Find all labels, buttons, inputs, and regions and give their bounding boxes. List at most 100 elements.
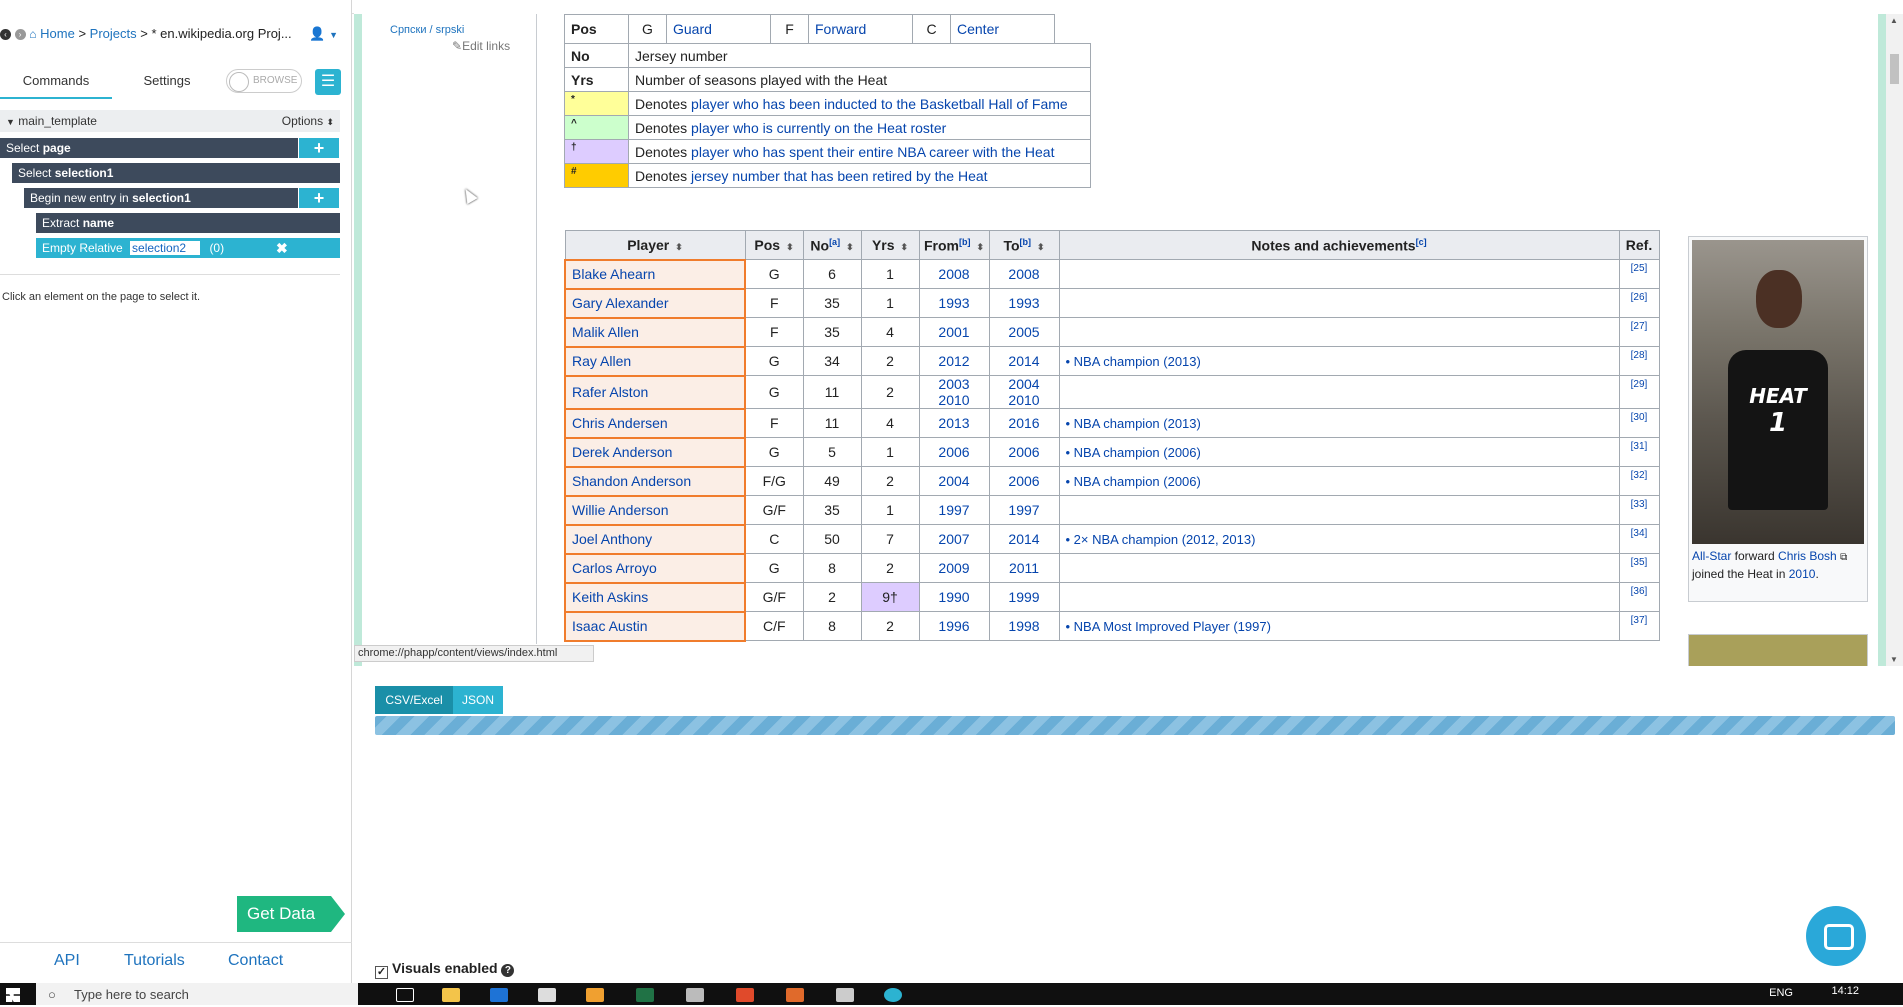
to-cell[interactable]: 1993 xyxy=(988,288,1060,318)
from-link[interactable]: 1993 xyxy=(938,295,969,311)
from-cell[interactable]: 1990 xyxy=(918,582,990,612)
command-extract-name[interactable]: Extract name xyxy=(36,213,340,233)
ref-cell[interactable]: [37] xyxy=(1618,611,1660,641)
to-link[interactable]: 2006 xyxy=(1008,473,1039,489)
chris-bosh-link[interactable]: Chris Bosh xyxy=(1778,549,1837,563)
player-link[interactable]: Shandon Anderson xyxy=(572,473,691,489)
to-link[interactable]: 2005 xyxy=(1008,324,1039,340)
col-pos[interactable]: Pos ⬍ xyxy=(744,230,804,260)
player-link[interactable]: Blake Ahearn xyxy=(572,266,655,282)
tab-commands[interactable]: Commands xyxy=(0,69,112,99)
from-cell[interactable]: 1996 xyxy=(918,611,990,641)
from-link[interactable]: 2013 xyxy=(938,415,969,431)
player-link[interactable]: Carlos Arroyo xyxy=(572,560,657,576)
from-link[interactable]: 2001 xyxy=(938,324,969,340)
to-cell[interactable]: 2005 xyxy=(988,317,1060,347)
to-cell[interactable]: 2016 xyxy=(988,408,1060,438)
footnote-ref[interactable]: [a] xyxy=(829,237,840,247)
breadcrumb-home[interactable]: Home xyxy=(40,26,75,41)
command-begin-new-entry[interactable]: Begin new entry in selection1 xyxy=(24,188,298,208)
add-command-button[interactable]: + xyxy=(299,188,339,208)
visuals-checkbox[interactable]: ✓ xyxy=(375,966,388,979)
player-link[interactable]: Rafer Alston xyxy=(572,384,648,400)
legend-link[interactable]: jersey number that has been retired by t… xyxy=(691,168,988,184)
command-empty-relative[interactable]: Empty Relative selection2 (0) ✖ xyxy=(36,238,340,258)
language-link[interactable]: Српски / srpski xyxy=(390,24,464,36)
all-star-link[interactable]: All-Star xyxy=(1692,549,1731,563)
edit-links[interactable]: ✎Edit links xyxy=(452,39,510,53)
legend-link[interactable]: player who is currently on the Heat rost… xyxy=(691,120,946,136)
player-link[interactable]: Ray Allen xyxy=(572,353,631,369)
from-cell[interactable]: 2004 xyxy=(918,466,990,496)
ref-cell[interactable]: [36] xyxy=(1618,582,1660,612)
user-icon[interactable]: 👤 xyxy=(309,26,325,41)
mail-icon[interactable] xyxy=(538,988,556,1002)
player-cell[interactable]: Chris Andersen xyxy=(564,407,746,439)
scroll-thumb[interactable] xyxy=(1890,54,1899,84)
player-cell[interactable]: Carlos Arroyo xyxy=(564,552,746,584)
to-cell[interactable]: 1998 xyxy=(988,611,1060,641)
help-icon[interactable]: ? xyxy=(501,964,515,977)
ref-cell[interactable]: [30] xyxy=(1618,408,1660,438)
player-cell[interactable]: Joel Anthony xyxy=(564,523,746,555)
to-cell[interactable]: 2006 xyxy=(988,466,1060,496)
to-cell[interactable]: 2004 2010 xyxy=(988,375,1060,409)
to-cell[interactable]: 2014 xyxy=(988,524,1060,554)
to-cell[interactable]: 1997 xyxy=(988,495,1060,525)
col-player[interactable]: Player ⬍ xyxy=(564,230,746,260)
from-link[interactable]: 1997 xyxy=(938,502,969,518)
col-notes[interactable]: Notes and achievements[c] xyxy=(1058,230,1620,260)
api-link[interactable]: API xyxy=(54,952,80,970)
col-yrs[interactable]: Yrs ⬍ xyxy=(860,230,920,260)
settings-icon[interactable] xyxy=(686,988,704,1002)
scroll-up-icon[interactable]: ▲ xyxy=(1890,16,1898,25)
from-cell[interactable]: 2013 xyxy=(918,408,990,438)
player-cell[interactable]: Isaac Austin xyxy=(564,610,746,642)
from-link[interactable]: 2007 xyxy=(938,531,969,547)
template-options[interactable]: Options ⬍ xyxy=(282,110,334,133)
player-cell[interactable]: Rafer Alston xyxy=(564,374,746,410)
ref-cell[interactable]: [32] xyxy=(1618,466,1660,496)
footnote-ref[interactable]: [c] xyxy=(1416,237,1427,247)
player-cell[interactable]: Malik Allen xyxy=(564,316,746,348)
ref-cell[interactable]: [33] xyxy=(1618,495,1660,525)
player-cell[interactable]: Blake Ahearn xyxy=(564,258,746,290)
firefox-icon[interactable] xyxy=(786,988,804,1002)
player-link[interactable]: Joel Anthony xyxy=(572,531,652,547)
to-link[interactable]: 2006 xyxy=(1008,444,1039,460)
legend-link[interactable]: player who has been inducted to the Bask… xyxy=(691,96,1068,112)
tutorials-link[interactable]: Tutorials xyxy=(124,952,185,970)
from-link[interactable]: 2009 xyxy=(938,560,969,576)
legend-link[interactable]: player who has spent their entire NBA ca… xyxy=(691,144,1054,160)
contact-link[interactable]: Contact xyxy=(228,952,283,970)
player-cell[interactable]: Willie Anderson xyxy=(564,494,746,526)
forward-link[interactable]: Forward xyxy=(815,21,866,37)
browse-toggle[interactable]: BROWSE xyxy=(226,69,302,93)
player-link[interactable]: Derek Anderson xyxy=(572,444,672,460)
from-cell[interactable]: 1993 xyxy=(918,288,990,318)
player-link[interactable]: Gary Alexander xyxy=(572,295,669,311)
edge-icon[interactable] xyxy=(490,988,508,1002)
ref-cell[interactable]: [29] xyxy=(1618,375,1660,409)
ref-cell[interactable]: [25] xyxy=(1618,259,1660,289)
chat-icon[interactable] xyxy=(1806,906,1866,966)
template-row[interactable]: ▼ main_template Options ⬍ xyxy=(0,110,340,132)
col-from[interactable]: From[b] ⬍ xyxy=(918,230,990,260)
to-link[interactable]: 1997 xyxy=(1008,502,1039,518)
to-link[interactable]: 2014 xyxy=(1008,353,1039,369)
from-cell[interactable]: 2009 xyxy=(918,553,990,583)
forward-icon[interactable]: › xyxy=(14,29,26,41)
clock[interactable]: 14:12 xyxy=(1831,985,1859,997)
col-to[interactable]: To[b] ⬍ xyxy=(988,230,1060,260)
from-cell[interactable]: 2003 2010 xyxy=(918,375,990,409)
player-cell[interactable]: Derek Anderson xyxy=(564,436,746,468)
tab-csv[interactable]: CSV/Excel xyxy=(375,686,453,714)
page-scrollbar[interactable]: ▲ ▼ xyxy=(1886,14,1903,666)
to-link[interactable]: 2011 xyxy=(1009,560,1039,576)
tab-json[interactable]: JSON xyxy=(453,686,503,714)
close-icon[interactable]: ✖ xyxy=(276,238,288,258)
tab-settings[interactable]: Settings xyxy=(120,69,214,99)
ref-cell[interactable]: [31] xyxy=(1618,437,1660,467)
col-no[interactable]: No[a] ⬍ xyxy=(802,230,862,260)
player-cell[interactable]: Shandon Anderson xyxy=(564,465,746,497)
